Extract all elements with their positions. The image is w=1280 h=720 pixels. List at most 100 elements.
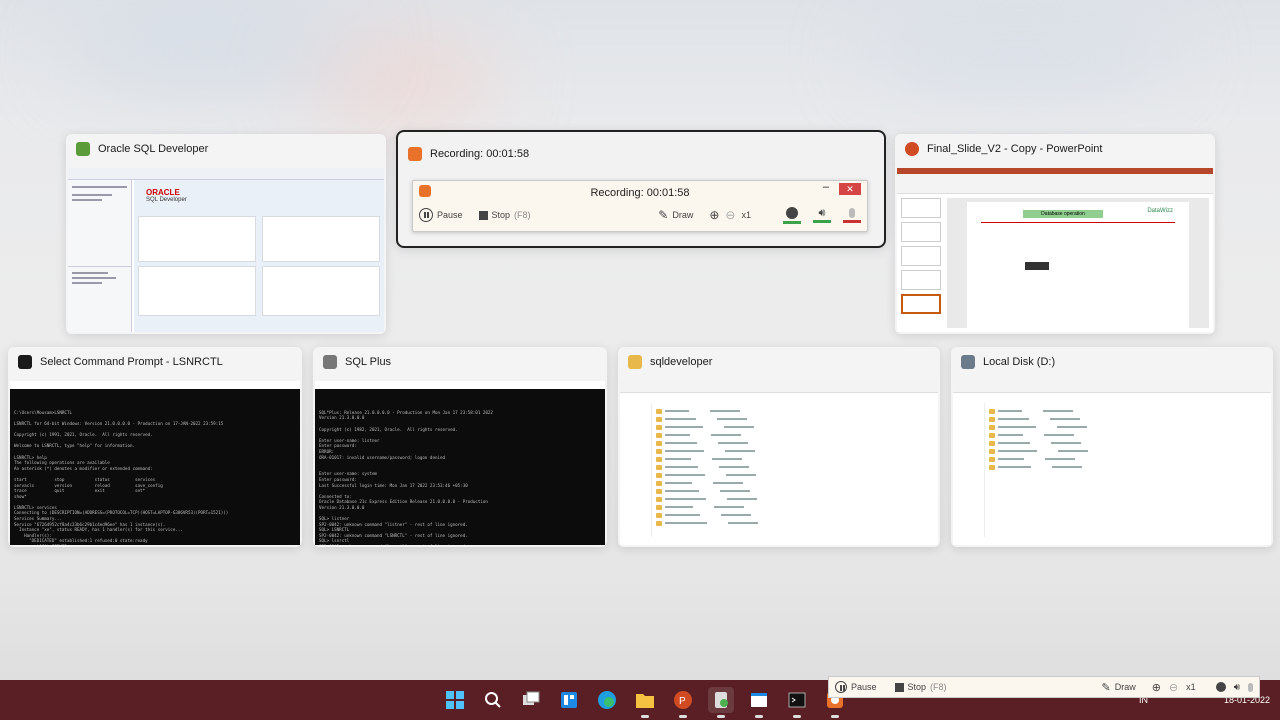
file-row[interactable] (656, 439, 928, 447)
sql-plus-icon[interactable] (746, 687, 772, 718)
stop-icon (478, 210, 488, 220)
file-row[interactable] (656, 431, 928, 439)
file-row[interactable] (656, 447, 928, 455)
window-thumbnail-sqldeveloper-folder[interactable]: sqldeveloper (618, 347, 940, 547)
file-row[interactable] (656, 511, 928, 519)
window-thumbnail-recorder[interactable]: Recording: 00:01:58 Recording: 00:01:58 … (396, 130, 886, 248)
file-row[interactable] (656, 495, 928, 503)
file-row[interactable] (989, 463, 1261, 471)
powerpoint-preview: Database operation DataWizz (897, 168, 1213, 332)
task-view-icon[interactable] (518, 687, 544, 713)
microphone-icon[interactable] (1248, 682, 1253, 692)
oracle-logo: ORACLE SQL Developer (146, 188, 187, 203)
svg-text:P: P (679, 696, 686, 707)
file-row[interactable] (989, 455, 1261, 463)
file-explorer-preview (620, 381, 938, 545)
zoom-in-icon[interactable]: ⊕ (709, 208, 719, 222)
command-prompt-icon (18, 355, 32, 369)
file-list (656, 407, 928, 527)
pause-button[interactable]: Pause (419, 208, 463, 222)
background-blur (60, 10, 360, 90)
zoom-out-icon[interactable]: ⊖ (1169, 681, 1178, 694)
pause-button[interactable]: Pause (835, 681, 877, 693)
folder-icon (656, 456, 662, 462)
file-row[interactable] (656, 423, 928, 431)
window-title: Recording: 00:01:58 (430, 148, 530, 160)
zoom-out-icon[interactable]: ⊖ (725, 208, 735, 222)
file-row[interactable] (989, 439, 1261, 447)
slide-brand: DataWizz (1147, 208, 1173, 214)
background-blur (860, 20, 1180, 90)
folder-icon (656, 408, 662, 414)
window-thumbnail-sql-plus[interactable]: SQL Plus SQL*Plus: Release 21.0.0.0.0 - … (313, 347, 607, 547)
microphone-icon (849, 207, 855, 218)
file-row[interactable] (656, 463, 928, 471)
powerpoint-icon (905, 142, 919, 156)
file-row[interactable] (656, 471, 928, 479)
speaker-toggle[interactable]: 🔊︎ (813, 207, 831, 223)
file-row[interactable] (989, 407, 1261, 415)
minimize-button[interactable]: – (823, 181, 829, 193)
pause-icon (835, 681, 847, 693)
close-button[interactable]: ✕ (839, 183, 861, 195)
folder-icon (656, 440, 662, 446)
file-row[interactable] (656, 455, 928, 463)
folder-icon (656, 424, 662, 430)
file-row[interactable] (656, 519, 928, 527)
file-explorer-preview (953, 381, 1271, 545)
file-explorer-icon[interactable] (632, 687, 658, 718)
edge-icon[interactable] (594, 687, 620, 713)
window-thumbnail-powerpoint[interactable]: Final_Slide_V2 - Copy - PowerPoint Datab… (895, 134, 1215, 334)
draw-button[interactable]: ✎ Draw (1102, 681, 1136, 694)
webcam-toggle[interactable] (783, 206, 801, 224)
window-title: SQL Plus (345, 356, 392, 368)
speaker-icon[interactable]: 🔊︎ (1234, 682, 1240, 693)
webcam-icon (786, 206, 798, 219)
folder-icon (656, 520, 662, 526)
console-line: LOCAL SERVER (14, 544, 296, 545)
file-row[interactable] (656, 407, 928, 415)
file-row[interactable] (656, 487, 928, 495)
file-row[interactable] (656, 503, 928, 511)
file-row[interactable] (989, 431, 1261, 439)
microphone-toggle[interactable] (843, 207, 861, 223)
drive-icon (961, 355, 975, 369)
sql-plus-icon (323, 355, 337, 369)
file-row[interactable] (989, 415, 1261, 423)
file-row[interactable] (989, 423, 1261, 431)
powerpoint-icon[interactable]: P (670, 687, 696, 718)
folder-icon (656, 504, 662, 510)
search-icon[interactable] (480, 687, 506, 713)
pen-icon: ✎ (658, 208, 669, 222)
window-thumbnail-local-disk[interactable]: Local Disk (D:) (951, 347, 1273, 547)
webcam-icon[interactable] (1215, 682, 1226, 692)
start-panel (262, 216, 380, 262)
zoom-in-icon[interactable]: ⊕ (1152, 681, 1161, 694)
sql-developer-icon[interactable] (708, 687, 734, 718)
file-row[interactable] (989, 447, 1261, 455)
window-title-bar: Final_Slide_V2 - Copy - PowerPoint (895, 134, 1215, 164)
stop-icon (894, 682, 904, 692)
command-prompt-icon[interactable] (784, 687, 810, 718)
folder-icon (989, 448, 995, 454)
stop-button[interactable]: Stop (F8) (478, 210, 531, 220)
folder-icon (656, 432, 662, 438)
slide-heading: Database operation (1023, 210, 1103, 218)
window-title: Oracle SQL Developer (98, 143, 209, 155)
stop-button[interactable]: Stop (F8) (894, 682, 947, 692)
draw-button[interactable]: ✎ Draw (658, 208, 693, 222)
sql-developer-preview: ORACLE SQL Developer (68, 168, 384, 332)
recording-timer: Recording: 00:01:58 (590, 187, 690, 199)
widgets-icon[interactable] (556, 687, 582, 713)
window-thumbnail-sql-developer[interactable]: Oracle SQL Developer ORACLE SQL Develope… (66, 134, 386, 334)
window-thumbnail-command-prompt[interactable]: Select Command Prompt - LSNRCTL C:\Users… (8, 347, 302, 547)
file-row[interactable] (656, 479, 928, 487)
window-title-bar: Select Command Prompt - LSNRCTL (8, 347, 302, 377)
pause-icon (419, 208, 433, 222)
file-row[interactable] (656, 415, 928, 423)
window-title: sqldeveloper (650, 356, 713, 368)
folder-icon (656, 448, 662, 454)
window-title: Select Command Prompt - LSNRCTL (40, 356, 223, 368)
console-line: SP2-0042: unknown command "lsnrctl" - re… (319, 544, 601, 545)
start-icon[interactable] (442, 687, 468, 713)
